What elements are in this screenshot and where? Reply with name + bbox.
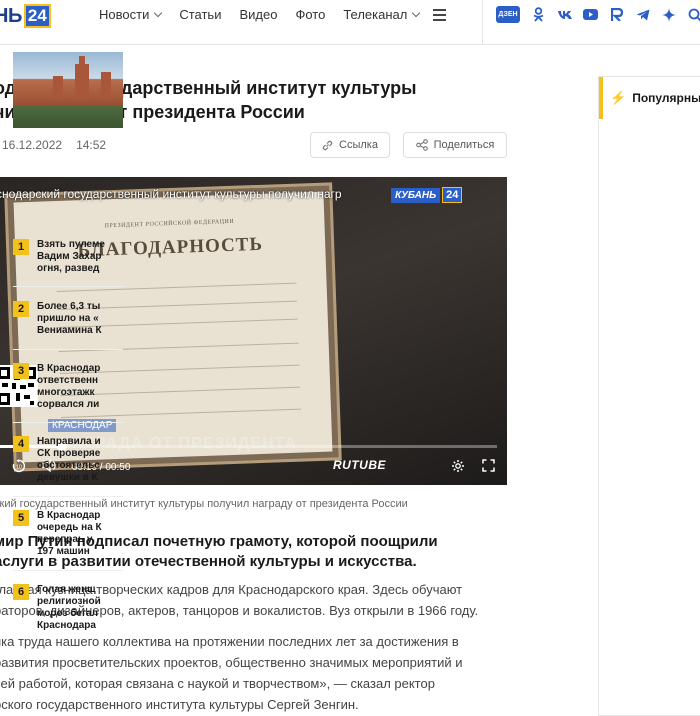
nav-item-photo[interactable]: Фото: [295, 7, 325, 22]
button-label: Ссылка: [339, 139, 378, 151]
video-title: снодарский государственный институт куль…: [0, 187, 342, 201]
divider: [482, 0, 483, 44]
channel-badge: 24: [442, 187, 463, 203]
channel-watermark: КУБАНЬ 24: [391, 187, 463, 203]
rutube-icon[interactable]: [608, 6, 625, 23]
youtube-icon[interactable]: [582, 6, 599, 23]
replay-10-icon[interactable]: 10: [12, 459, 26, 476]
accent-bar: [599, 77, 603, 119]
main-nav: Новости Статьи Видео Фото Телеканал: [99, 7, 437, 22]
popular-rank: 2: [13, 301, 29, 317]
article-date: 16.12.2022: [2, 138, 63, 152]
chevron-down-icon: [412, 8, 421, 18]
popular-header: ⚡ Популярны: [599, 77, 700, 119]
popular-rank: 1: [13, 239, 29, 255]
video-caption: ский государственный институт культуры п…: [0, 498, 408, 510]
vk-icon[interactable]: [556, 6, 573, 23]
link-icon: [322, 140, 333, 150]
article-paragraph: нка труда нашего коллектива на протяжени…: [0, 631, 509, 715]
social-links: ДЗЕН: [496, 6, 700, 23]
popular-title: Популярны: [632, 91, 700, 105]
channel-word: КУБАНЬ: [391, 187, 441, 203]
fullscreen-icon[interactable]: [482, 459, 495, 475]
paragraph-line: рского государственного института культу…: [0, 697, 359, 712]
popular-rank: 4: [13, 436, 29, 452]
menu-icon[interactable]: [433, 9, 446, 24]
nav-label: Статьи: [179, 7, 222, 22]
nav-item-news[interactable]: Новости: [99, 7, 163, 22]
popular-item-title: В Краснодар ответственн многоэтажк сорвался…: [37, 363, 101, 410]
nav-label: Фото: [295, 7, 326, 22]
popular-item-title: Голая женщ религиозной мороз бегал Краснода…: [37, 584, 101, 631]
share-icon: [415, 139, 428, 151]
nav-item-video[interactable]: Видео: [239, 7, 277, 22]
popular-item-title: Более 6,3 ты пришло на «Вениамина К: [37, 301, 102, 336]
certificate-header: ПРЕЗИДЕНТ РОССИЙСКОЙ ФЕДЕРАЦИИ: [104, 218, 235, 230]
nav-label: Новости: [99, 7, 150, 22]
search-icon[interactable]: [686, 6, 700, 23]
popular-item-title: Направила и СК проверяе обстоятельс девушки…: [37, 436, 101, 483]
popular-rank: 5: [13, 510, 29, 526]
site-logo[interactable]: НЬ 24: [0, 3, 51, 29]
lightning-icon: ⚡: [610, 90, 627, 105]
popular-rank: 6: [13, 584, 29, 600]
divider: [13, 422, 123, 423]
rutube-logo[interactable]: RUTUBE: [333, 458, 386, 472]
article-time: 14:52: [76, 138, 107, 152]
location-label: КРАСНОДАР: [48, 419, 117, 432]
nav-item-articles[interactable]: Статьи: [179, 7, 221, 22]
popular-rank: 3: [13, 363, 29, 379]
copy-link-button[interactable]: Ссылка: [310, 132, 390, 158]
nav-label: Телеканал: [343, 7, 408, 22]
paragraph-line: развития просветительских проектов, обще…: [0, 655, 463, 670]
paragraph-line: сей работой, которая связана с наукой и …: [0, 676, 435, 691]
zen-star-icon[interactable]: [660, 6, 677, 23]
popular-sidebar: ⚡ Популярны: [598, 76, 700, 716]
dzen-icon[interactable]: ДЗЕН: [496, 6, 520, 23]
button-label: Поделиться: [433, 139, 495, 151]
logo-badge: 24: [23, 4, 51, 28]
paragraph-line: нка труда нашего коллектива на протяжени…: [0, 634, 459, 649]
nav-item-tv-channel[interactable]: Телеканал: [343, 7, 421, 22]
divider: [13, 570, 123, 571]
nav-label: Видео: [239, 7, 278, 22]
divider: [13, 496, 123, 497]
svg-text:10: 10: [16, 465, 22, 471]
popular-item-title: В Краснодар очередь на Кперепраь у 197 маш…: [37, 510, 102, 557]
logo-text: НЬ: [0, 4, 22, 27]
article-meta: 16.12.2022 14:52: [2, 138, 106, 152]
divider: [13, 349, 123, 350]
popular-item-title: Взять пулеме Вадим Захар огня, развед: [37, 239, 105, 274]
divider: [13, 286, 123, 287]
popular-image[interactable]: [13, 52, 123, 128]
settings-gear-icon[interactable]: [451, 459, 465, 476]
telegram-icon[interactable]: [634, 6, 651, 23]
top-header: НЬ 24 Новости Статьи Видео Фото Телекана…: [0, 0, 700, 45]
odnoklassniki-icon[interactable]: [530, 6, 547, 23]
share-button[interactable]: Поделиться: [403, 132, 507, 158]
chevron-down-icon: [154, 8, 163, 18]
